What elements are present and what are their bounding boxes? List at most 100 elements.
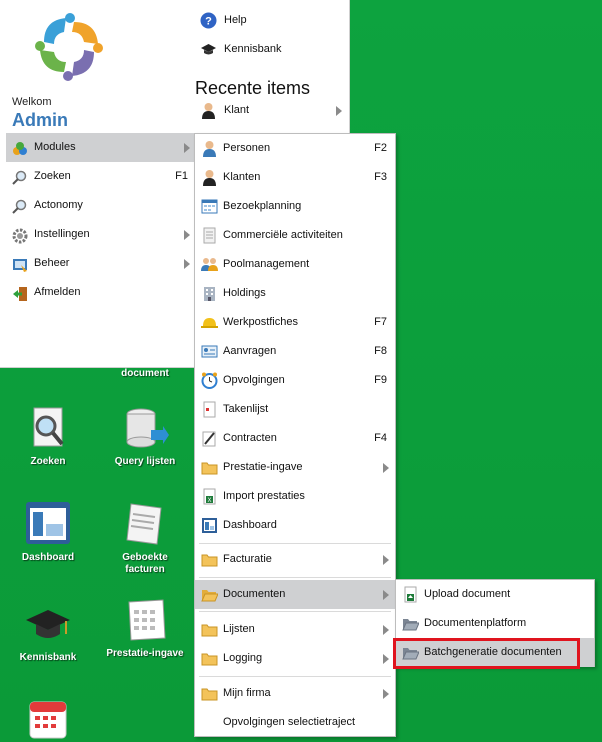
hard-hat-icon bbox=[201, 314, 218, 331]
submenu-item-import-prestaties[interactable]: X Import prestaties bbox=[195, 482, 395, 511]
submenu-item-label: Werkpostfiches bbox=[223, 316, 298, 328]
menu-item-beheer[interactable]: Beheer bbox=[6, 249, 194, 278]
chevron-right-icon bbox=[336, 106, 342, 116]
shortcut-key: F9 bbox=[374, 374, 387, 386]
svg-text:X: X bbox=[207, 498, 211, 504]
menu-divider bbox=[199, 611, 391, 612]
shortcut-key: F2 bbox=[374, 142, 387, 154]
menu-item-actonomy[interactable]: Actonomy bbox=[6, 191, 194, 220]
alarm-clock-icon bbox=[201, 372, 218, 389]
submenu-item-upload-document[interactable]: Upload document bbox=[396, 580, 594, 609]
submenu-item-aanvragen[interactable]: Aanvragen F8 bbox=[195, 337, 395, 366]
shortcut-key: F8 bbox=[374, 345, 387, 357]
submenu-item-documenten[interactable]: Documenten bbox=[195, 580, 395, 609]
chevron-right-icon bbox=[184, 259, 190, 269]
chevron-right-icon bbox=[383, 555, 389, 565]
shortcut-key: F3 bbox=[374, 171, 387, 183]
shortcut-key: F1 bbox=[175, 170, 188, 182]
menu-item-label: Modules bbox=[34, 141, 76, 153]
submenu-item-label: Takenlijst bbox=[223, 403, 269, 415]
welcome-text: Welkom bbox=[12, 96, 52, 108]
submenu-item-facturatie[interactable]: Facturatie bbox=[195, 545, 395, 574]
submenu-item-opvolgingen[interactable]: Opvolgingen F9 bbox=[195, 366, 395, 395]
menu-divider bbox=[199, 543, 391, 544]
help-link[interactable]: ? Help bbox=[194, 6, 350, 35]
submenu-item-batchgeneratie-documenten[interactable]: Batchgeneratie documenten bbox=[396, 638, 594, 667]
folder-icon bbox=[201, 551, 218, 568]
menu-item-label: Beheer bbox=[34, 257, 70, 269]
menu-item-instellingen[interactable]: Instellingen bbox=[6, 220, 194, 249]
desktop-icon-geboekte-facturen[interactable]: Geboekte facturen bbox=[105, 500, 185, 576]
kennisbank-link[interactable]: Kennisbank bbox=[194, 35, 350, 64]
submenu-item-documentenplatform[interactable]: Documentenplatform bbox=[396, 609, 594, 638]
chevron-right-icon bbox=[383, 590, 389, 600]
submenu-item-prestatie-ingave[interactable]: Prestatie-ingave bbox=[195, 453, 395, 482]
document-search-icon bbox=[24, 404, 72, 452]
submenu-item-label: Prestatie-ingave bbox=[223, 461, 303, 473]
submenu-item-label: Aanvragen bbox=[223, 345, 277, 357]
menu-item-afmelden[interactable]: Afmelden bbox=[6, 278, 194, 307]
submenu-item-label: Dashboard bbox=[223, 519, 277, 531]
desktop-icon-planning[interactable] bbox=[8, 694, 88, 742]
folder-icon bbox=[201, 459, 218, 476]
graduation-cap-icon bbox=[200, 41, 217, 58]
database-icon bbox=[121, 404, 169, 452]
desktop-icon-label: Geboekte facturen bbox=[122, 552, 168, 575]
desktop-icon-label: Prestatie-ingave bbox=[106, 648, 184, 659]
submenu-item-logging[interactable]: Logging bbox=[195, 644, 395, 673]
submenu-item-label: Commerciële activiteiten bbox=[223, 229, 343, 241]
submenu-item-contracten[interactable]: Contracten F4 bbox=[195, 424, 395, 453]
user-name: Admin bbox=[12, 110, 68, 130]
search-icon bbox=[12, 169, 28, 185]
submenu-item-label: Opvolgingen selectietraject bbox=[223, 716, 356, 728]
submenu-item-label: Upload document bbox=[424, 588, 511, 600]
chevron-right-icon bbox=[383, 463, 389, 473]
recent-item-klant[interactable]: Klant bbox=[194, 96, 350, 125]
graduation-cap-icon bbox=[24, 600, 72, 648]
submenu-item-opvolgingen-selectietraject[interactable]: Opvolgingen selectietraject bbox=[195, 708, 395, 737]
desktop-icon-prestatie-ingave[interactable]: Prestatie-ingave bbox=[105, 596, 185, 660]
documenten-submenu: Upload document Documentenplatform Batch… bbox=[395, 579, 595, 667]
menu-item-modules[interactable]: Modules bbox=[6, 133, 194, 162]
submenu-item-label: Klanten bbox=[223, 171, 261, 183]
recent-item-label: Klant bbox=[224, 104, 250, 116]
submenu-item-personen[interactable]: Personen F2 bbox=[195, 134, 395, 163]
gear-icon bbox=[12, 227, 28, 244]
desktop-icon-kennisbank[interactable]: Kennisbank bbox=[8, 600, 88, 664]
folder-icon bbox=[201, 621, 218, 638]
submenu-item-holdings[interactable]: Holdings bbox=[195, 279, 395, 308]
submenu-item-label: Batchgeneratie documenten bbox=[424, 646, 562, 658]
submenu-item-label: Personen bbox=[223, 142, 271, 154]
submenu-item-poolmanagement[interactable]: Poolmanagement bbox=[195, 250, 395, 279]
desktop-icon-label: Kennisbank bbox=[19, 652, 77, 663]
submenu-item-lijsten[interactable]: Lijsten bbox=[195, 615, 395, 644]
desktop-icon-dashboard[interactable]: Dashboard bbox=[8, 500, 88, 564]
submenu-item-werkpostfiches[interactable]: Werkpostfiches F7 bbox=[195, 308, 395, 337]
submenu-item-label: Documentenplatform bbox=[424, 617, 527, 629]
submenu-item-commerciele-activiteiten[interactable]: Commerciële activiteiten bbox=[195, 221, 395, 250]
submenu-item-dashboard[interactable]: Dashboard bbox=[195, 511, 395, 540]
submenu-item-label: Documenten bbox=[223, 588, 286, 600]
kennisbank-label: Kennisbank bbox=[224, 43, 282, 55]
submenu-item-label: Facturatie bbox=[223, 553, 272, 565]
chevron-right-icon bbox=[184, 143, 190, 153]
submenu-item-klanten[interactable]: Klanten F3 bbox=[195, 163, 395, 192]
person-icon bbox=[201, 169, 218, 186]
folder-icon bbox=[201, 650, 218, 667]
submenu-item-bezoekplanning[interactable]: Bezoekplanning bbox=[195, 192, 395, 221]
desktop-icon-label: Dashboard bbox=[21, 552, 75, 563]
svg-text:?: ? bbox=[205, 16, 212, 28]
submenu-item-takenlijst[interactable]: Takenlijst bbox=[195, 395, 395, 424]
menu-divider bbox=[199, 577, 391, 578]
person-blue-icon bbox=[201, 140, 218, 157]
submenu-item-label: Import prestaties bbox=[223, 490, 305, 502]
company-logo bbox=[34, 12, 104, 82]
folder-open-icon bbox=[402, 615, 420, 632]
submenu-item-mijn-firma[interactable]: Mijn firma bbox=[195, 679, 395, 708]
desktop-icon-query-lijsten[interactable]: Query lijsten bbox=[105, 404, 185, 468]
desktop-icon-label: Zoeken bbox=[30, 456, 66, 467]
menu-item-zoeken[interactable]: Zoeken F1 bbox=[6, 162, 194, 191]
invoice-icon bbox=[121, 500, 169, 548]
desktop-icon-zoeken[interactable]: Zoeken bbox=[8, 404, 88, 468]
chevron-right-icon bbox=[184, 230, 190, 240]
